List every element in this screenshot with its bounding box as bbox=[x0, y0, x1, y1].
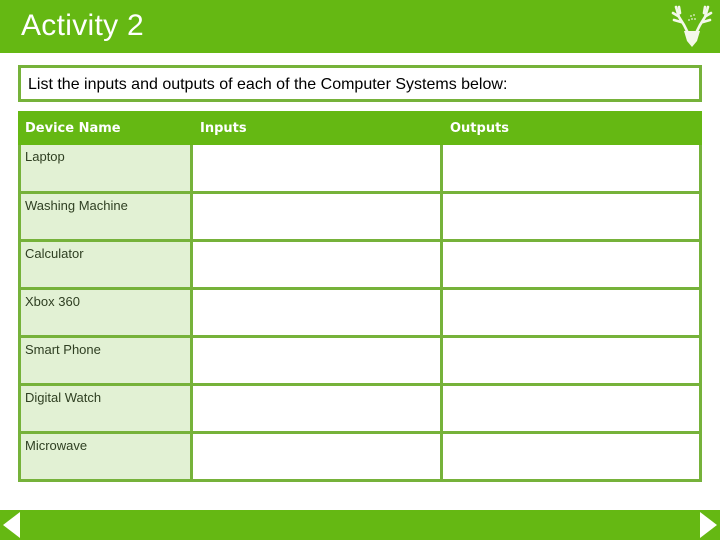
table-row: Xbox 360 bbox=[21, 287, 699, 335]
outputs-cell[interactable] bbox=[443, 242, 699, 287]
device-name-cell: Xbox 360 bbox=[21, 290, 193, 335]
table-row: Calculator bbox=[21, 239, 699, 287]
device-name-cell: Smart Phone bbox=[21, 338, 193, 383]
next-slide-button[interactable] bbox=[698, 510, 720, 540]
device-name-cell: Laptop bbox=[21, 145, 193, 191]
device-name-cell: Calculator bbox=[21, 242, 193, 287]
triangle-right-icon bbox=[700, 512, 717, 538]
table-row: Microwave bbox=[21, 431, 699, 479]
device-name-cell: Washing Machine bbox=[21, 194, 193, 239]
table-row: Washing Machine bbox=[21, 191, 699, 239]
inputs-cell[interactable] bbox=[193, 194, 443, 239]
inputs-cell[interactable] bbox=[193, 434, 443, 479]
table-body: Laptop Washing Machine Calculator Xbox 3… bbox=[18, 145, 702, 482]
previous-slide-button[interactable] bbox=[0, 510, 22, 540]
table-row: Laptop bbox=[21, 145, 699, 191]
device-name-cell: Digital Watch bbox=[21, 386, 193, 431]
stag-head-icon bbox=[671, 5, 713, 47]
inputs-cell[interactable] bbox=[193, 386, 443, 431]
table-row: Digital Watch bbox=[21, 383, 699, 431]
column-header-outputs: Outputs bbox=[450, 121, 510, 136]
outputs-cell[interactable] bbox=[443, 145, 699, 191]
inputs-cell[interactable] bbox=[193, 338, 443, 383]
triangle-left-icon bbox=[3, 512, 20, 538]
page-title: Activity 2 bbox=[21, 9, 145, 42]
outputs-cell[interactable] bbox=[443, 194, 699, 239]
instruction-box: List the inputs and outputs of each of t… bbox=[18, 65, 702, 102]
inputs-cell[interactable] bbox=[193, 145, 443, 191]
outputs-cell[interactable] bbox=[443, 434, 699, 479]
outputs-cell[interactable] bbox=[443, 338, 699, 383]
io-table: Device Name Inputs Outputs Laptop Washin… bbox=[18, 111, 702, 482]
inputs-cell[interactable] bbox=[193, 290, 443, 335]
column-header-device-name: Device Name bbox=[25, 121, 121, 136]
footer-bar bbox=[0, 510, 720, 540]
inputs-cell[interactable] bbox=[193, 242, 443, 287]
outputs-cell[interactable] bbox=[443, 386, 699, 431]
table-header: Device Name Inputs Outputs bbox=[18, 111, 702, 145]
device-name-cell: Microwave bbox=[21, 434, 193, 479]
header-bar: Activity 2 bbox=[0, 0, 720, 53]
column-header-inputs: Inputs bbox=[200, 121, 247, 136]
table-row: Smart Phone bbox=[21, 335, 699, 383]
outputs-cell[interactable] bbox=[443, 290, 699, 335]
